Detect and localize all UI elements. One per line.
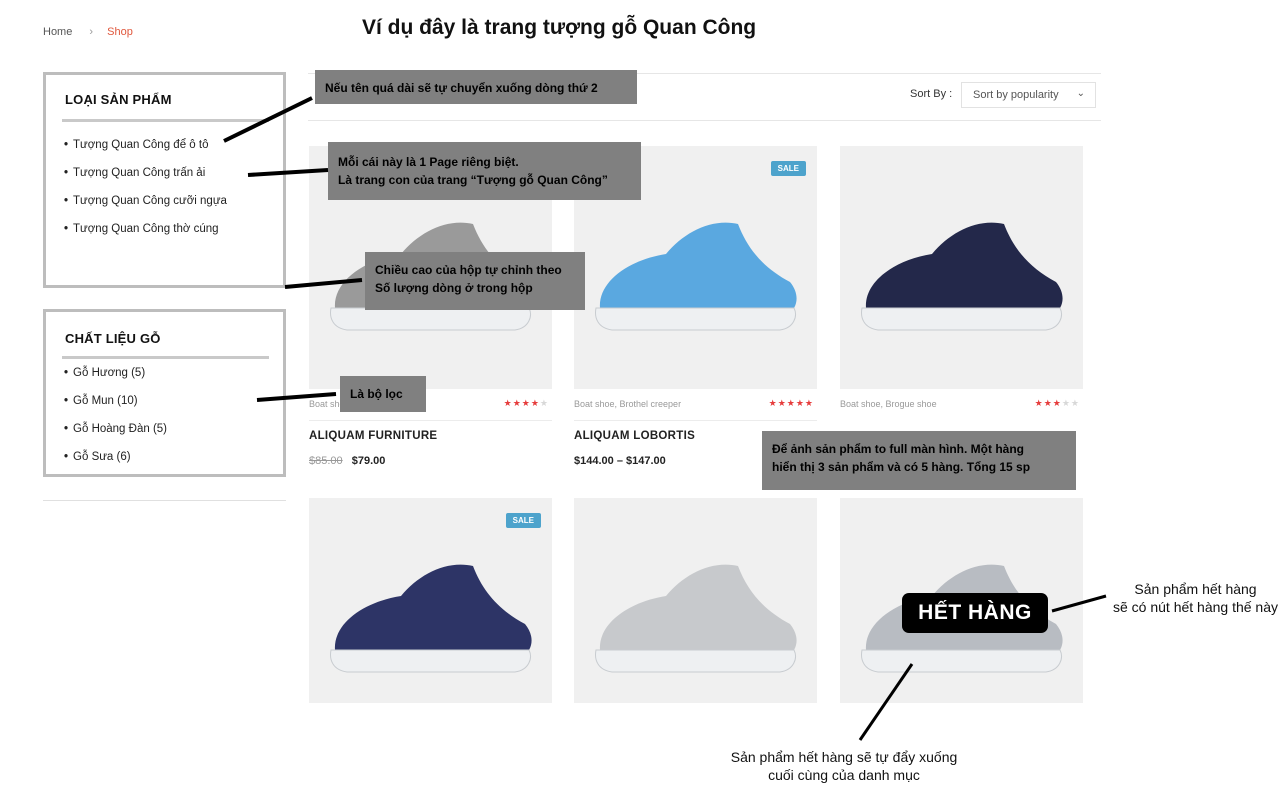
toolbar-bottom-divider xyxy=(308,120,1101,121)
annotation-text: Mỗi cái này là 1 Page riêng biệt. xyxy=(338,155,519,169)
sidebar-categories-divider xyxy=(62,119,269,122)
annotation-note: Mỗi cái này là 1 Page riêng biệt. Là tra… xyxy=(328,142,641,200)
shoe-image-icon xyxy=(330,564,532,673)
breadcrumb-separator: › xyxy=(89,26,94,38)
material-filter-item[interactable]: Gỗ Mun (10) xyxy=(64,394,167,422)
shoe-image-icon xyxy=(595,222,797,331)
product-categories[interactable]: Boat shoe, Brothel creeper xyxy=(574,399,681,409)
sidebar-category-item[interactable]: Tượng Quan Công để ô tô xyxy=(64,138,227,166)
product-image[interactable] xyxy=(574,498,817,703)
annotation-text: Sản phẩm hết hàng sẽ tự đẩy xuống xyxy=(730,749,958,765)
breadcrumb-home-link[interactable]: Home xyxy=(43,26,72,38)
rating-stars: ★★★★★ xyxy=(768,398,814,408)
sidebar-categories-title: LOẠI SẢN PHẨM xyxy=(65,92,172,107)
product-name[interactable]: ALIQUAM LOBORTIS xyxy=(574,430,695,442)
sidebar-bottom-divider xyxy=(43,500,286,501)
annotation-note: Là bộ lọc xyxy=(340,376,426,412)
sidebar-categories-list: Tượng Quan Công để ô tô Tượng Quan Công … xyxy=(64,138,227,250)
product-name[interactable]: ALIQUAM FURNITURE xyxy=(309,430,437,442)
sidebar-materials-box: CHẤT LIỆU GỖ Gỗ Hương (5) Gỗ Mun (10) Gỗ… xyxy=(43,309,286,477)
product-current-price: $79.00 xyxy=(351,455,386,467)
product-current-price: $144.00 – $147.00 xyxy=(574,455,666,467)
annotation-note: Để ảnh sản phẩm to full màn hình. Một hà… xyxy=(762,431,1076,490)
annotation-text: Để ảnh sản phẩm to full màn hình. Một hà… xyxy=(772,442,1024,456)
page-heading: Ví dụ đây là trang tượng gỗ Quan Công xyxy=(362,16,757,39)
annotation-text: Nếu tên quá dài sẽ tự chuyển xuống dòng … xyxy=(325,81,598,95)
annotation-text: Là bộ lọc xyxy=(350,387,403,401)
rating-stars: ★★★★★ xyxy=(1034,398,1080,408)
sidebar-category-item[interactable]: Tượng Quan Công cưỡi ngựa xyxy=(64,194,227,222)
annotation-text: Sản phẩm hết hàng xyxy=(1134,581,1257,597)
product-price: $144.00 – $147.00 xyxy=(574,455,666,467)
material-filter-item[interactable]: Gỗ Sưa (6) xyxy=(64,450,167,478)
out-of-stock-note: Sản phẩm hết hàng sẽ có nút hết hàng thế… xyxy=(1109,580,1282,616)
annotation-text: Số lượng dòng ở trong hộp xyxy=(375,281,533,295)
sort-select-value: Sort by popularity xyxy=(973,89,1059,101)
shoe-image-icon xyxy=(595,564,797,673)
product-image[interactable]: SALE xyxy=(309,498,552,703)
sidebar-category-item[interactable]: Tượng Quan Công trấn ải xyxy=(64,166,227,194)
product-price: $85.00 $79.00 xyxy=(309,455,385,467)
product-divider xyxy=(574,420,817,421)
sidebar-category-item[interactable]: Tượng Quan Công thờ cúng xyxy=(64,222,227,250)
annotation-note: Nếu tên quá dài sẽ tự chuyển xuống dòng … xyxy=(315,70,637,104)
breadcrumb-current: Shop xyxy=(107,26,133,38)
sidebar-materials-list: Gỗ Hương (5) Gỗ Mun (10) Gỗ Hoàng Đàn (5… xyxy=(64,366,167,478)
annotation-text: cuối cùng của danh mục xyxy=(768,767,920,783)
annotation-text: sẽ có nút hết hàng thế này xyxy=(1112,599,1278,615)
sale-badge: SALE xyxy=(505,513,541,528)
annotation-text: Là trang con của trang “Tượng gỗ Quan Cô… xyxy=(338,173,608,187)
annotation-text: hiển thị 3 sản phẩm và có 5 hàng. Tổng 1… xyxy=(772,460,1031,474)
chevron-down-icon: ⌄ xyxy=(1076,88,1085,99)
product-image[interactable] xyxy=(840,146,1083,389)
out-of-stock-button[interactable]: HẾT HÀNG xyxy=(902,593,1048,633)
annotation-text: Chiều cao của hộp tự chỉnh theo xyxy=(375,263,562,277)
product-divider xyxy=(309,420,552,421)
sidebar-materials-divider xyxy=(62,356,269,359)
shoe-image-icon xyxy=(861,222,1063,331)
material-filter-item[interactable]: Gỗ Hương (5) xyxy=(64,366,167,394)
product-categories[interactable]: Boat shoe, Brogue shoe xyxy=(840,399,937,409)
sale-badge: SALE xyxy=(770,161,806,176)
breadcrumb: Home › Shop xyxy=(43,26,133,38)
annotation-note: Chiều cao của hộp tự chỉnh theo Số lượng… xyxy=(365,252,585,310)
material-filter-item[interactable]: Gỗ Hoàng Đàn (5) xyxy=(64,422,167,450)
sidebar-categories-box: LOẠI SẢN PHẨM Tượng Quan Công để ô tô Tư… xyxy=(43,72,286,288)
rating-stars: ★★★★★ xyxy=(503,398,549,408)
bottom-note: Sản phẩm hết hàng sẽ tự đẩy xuống cuối c… xyxy=(722,748,966,784)
sort-label: Sort By : xyxy=(910,88,953,100)
product-old-price: $85.00 xyxy=(309,455,343,467)
sort-select[interactable]: Sort by popularity ⌄ xyxy=(961,82,1096,108)
sidebar-materials-title: CHẤT LIỆU GỖ xyxy=(65,331,161,346)
